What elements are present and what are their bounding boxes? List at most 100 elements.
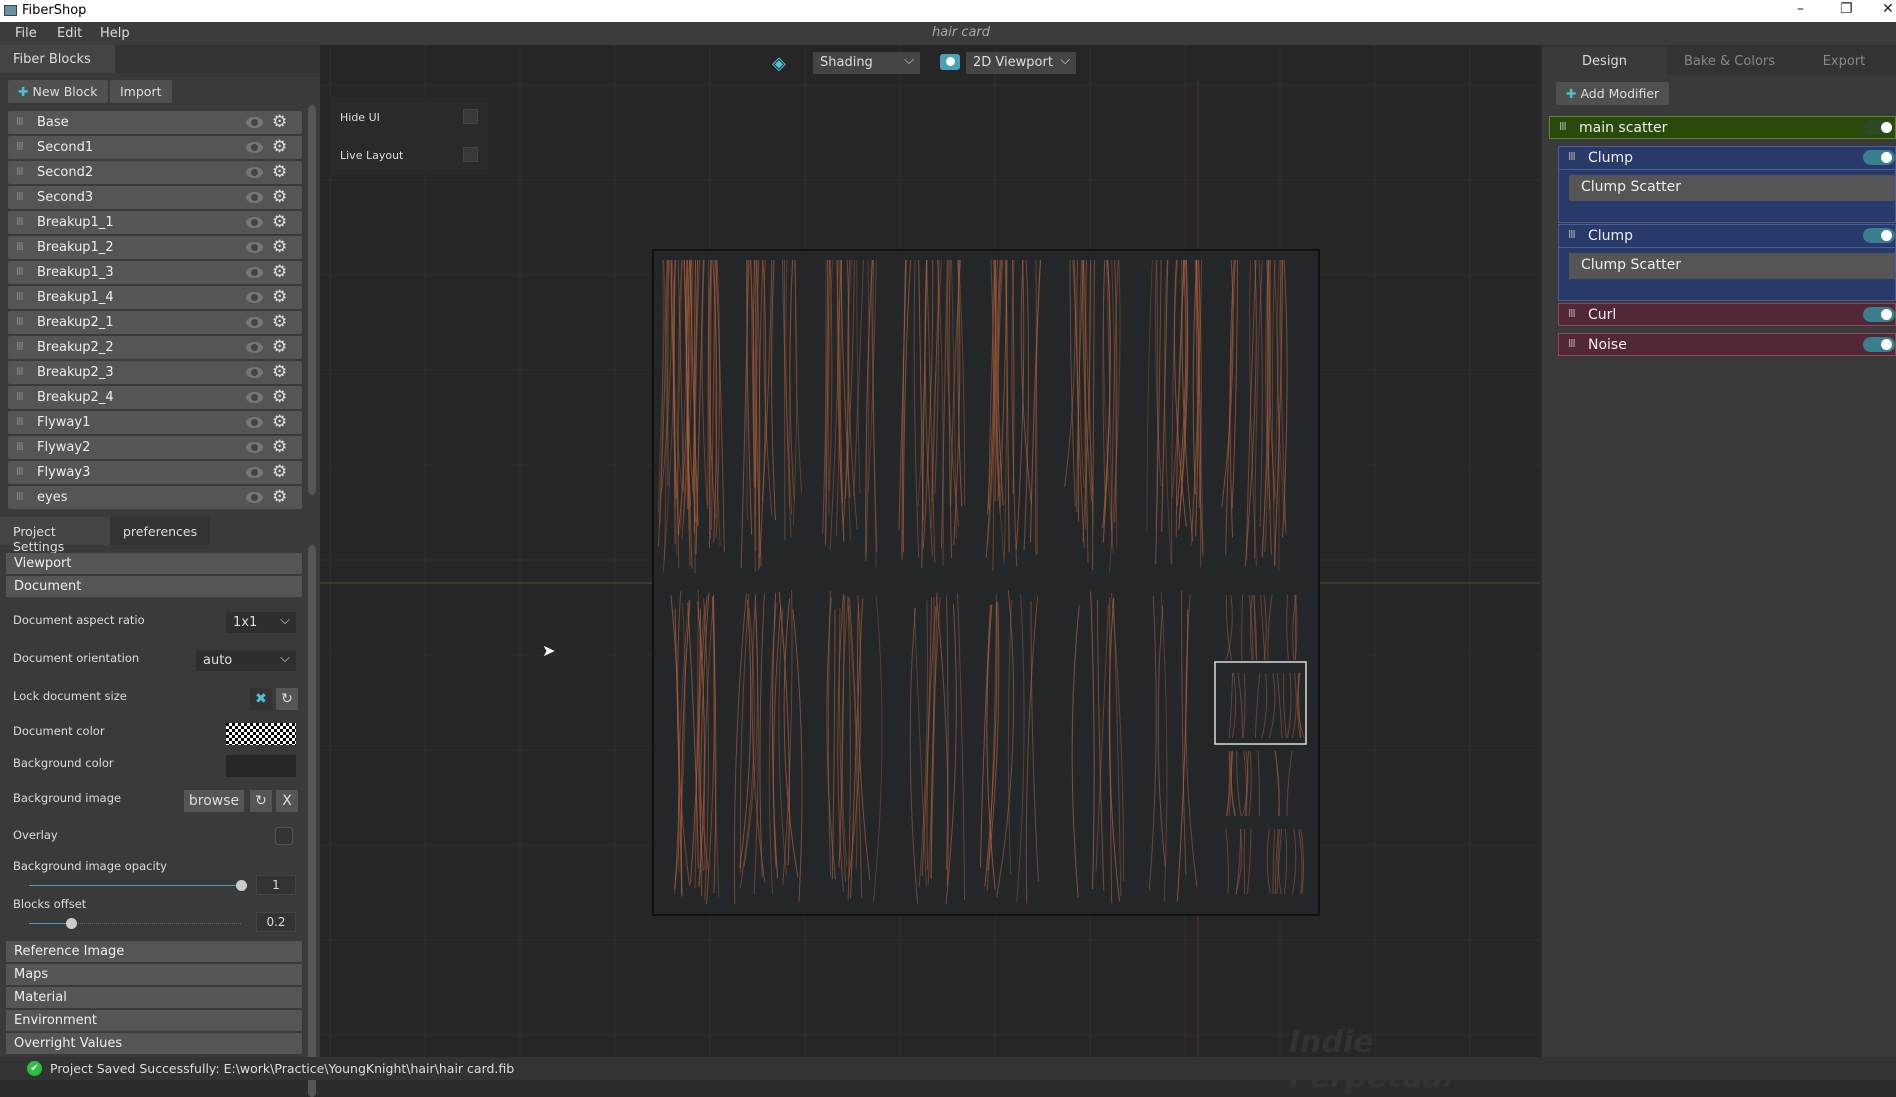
drag-handle-icon[interactable]: III	[16, 190, 23, 203]
section-document[interactable]: Document	[6, 576, 302, 597]
fiber-block-item[interactable]: IIISecond1⚙	[8, 136, 302, 159]
eye-icon[interactable]	[246, 417, 263, 428]
drag-handle-icon[interactable]: III	[16, 290, 23, 303]
curl-toggle[interactable]	[1863, 307, 1895, 322]
eye-icon[interactable]	[246, 492, 263, 503]
eye-icon[interactable]	[246, 167, 263, 178]
eye-icon[interactable]	[246, 267, 263, 278]
aspect-ratio-dropdown[interactable]: 1x1⌵	[226, 612, 296, 633]
blocks-offset-slider[interactable]	[29, 923, 241, 924]
drag-handle-icon[interactable]: III	[16, 440, 23, 453]
tab-fiber-blocks[interactable]: Fiber Blocks	[0, 45, 115, 73]
drag-handle-icon[interactable]: III	[1568, 228, 1575, 241]
drag-handle-icon[interactable]: III	[16, 465, 23, 478]
block-list-scrollbar[interactable]	[308, 105, 316, 495]
fiber-block-item[interactable]: IIIBase⚙	[8, 111, 302, 134]
fiber-block-item[interactable]: IIISecond2⚙	[8, 161, 302, 184]
eye-icon[interactable]	[246, 217, 263, 228]
gear-icon[interactable]: ⚙	[272, 487, 287, 507]
view-mode-dropdown[interactable]: 2D Viewport⌵	[966, 52, 1076, 74]
modifier-main-scatter[interactable]: IIImain scatter	[1549, 116, 1896, 139]
reload-icon[interactable]: ↻	[250, 790, 272, 812]
eye-icon[interactable]	[246, 142, 263, 153]
gear-icon[interactable]: ⚙	[272, 187, 287, 207]
clump-2-toggle[interactable]	[1863, 228, 1895, 243]
blocks-offset-input[interactable]: 0.2	[256, 912, 296, 932]
eye-icon[interactable]	[246, 442, 263, 453]
viewport[interactable]: ◈ Shading⌵ 2D Viewport⌵ Hide UI Live Lay…	[320, 45, 1540, 1057]
fiber-block-item[interactable]: IIIBreakup2_1⚙	[8, 311, 302, 334]
drag-handle-icon[interactable]: III	[16, 365, 23, 378]
gear-icon[interactable]: ⚙	[272, 287, 287, 307]
gear-icon[interactable]: ⚙	[272, 337, 287, 357]
minimize-button[interactable]: –	[1797, 1, 1804, 17]
viewport-canvas[interactable]	[320, 45, 1540, 1057]
tab-design[interactable]: Design	[1542, 47, 1667, 75]
tab-preferences[interactable]: preferences	[110, 517, 210, 545]
noise-toggle[interactable]	[1863, 337, 1895, 352]
gear-icon[interactable]: ⚙	[272, 437, 287, 457]
fiber-block-item[interactable]: IIIFlyway3⚙	[8, 461, 302, 484]
gear-icon[interactable]: ⚙	[272, 137, 287, 157]
drag-handle-icon[interactable]: III	[16, 165, 23, 178]
tab-project-settings[interactable]: Project Settings	[0, 517, 110, 545]
opacity-input[interactable]: 1	[256, 875, 296, 895]
section-environment[interactable]: Environment	[6, 1010, 302, 1031]
fiber-block-item[interactable]: IIIeyes⚙	[8, 486, 302, 509]
gear-icon[interactable]: ⚙	[272, 387, 287, 407]
drag-handle-icon[interactable]: III	[16, 415, 23, 428]
drag-handle-icon[interactable]: III	[16, 265, 23, 278]
fiber-block-item[interactable]: IIIBreakup2_2⚙	[8, 336, 302, 359]
reset-icon[interactable]: ↻	[276, 688, 298, 710]
hide-ui-checkbox[interactable]	[463, 109, 478, 124]
menu-help[interactable]: Help	[100, 26, 130, 41]
clump-scatter-item[interactable]: Clump Scatter	[1569, 175, 1895, 201]
eye-icon[interactable]	[246, 467, 263, 478]
main-scatter-toggle[interactable]	[1863, 120, 1895, 135]
eye-icon[interactable]	[246, 367, 263, 378]
fiber-block-item[interactable]: IIIBreakup2_3⚙	[8, 361, 302, 384]
modifier-curl[interactable]: IIICurl	[1558, 303, 1896, 326]
clump-1-toggle[interactable]	[1863, 150, 1895, 165]
fiber-block-item[interactable]: IIIBreakup1_3⚙	[8, 261, 302, 284]
gear-icon[interactable]: ⚙	[272, 462, 287, 482]
browse-button[interactable]: browse	[184, 790, 244, 812]
drag-handle-icon[interactable]: III	[16, 215, 23, 228]
clump-scatter-item[interactable]: Clump Scatter	[1569, 253, 1895, 279]
section-overright-values[interactable]: Overright Values	[6, 1033, 302, 1054]
eye-icon[interactable]	[246, 242, 263, 253]
document-color-swatch[interactable]	[226, 723, 296, 745]
tab-export[interactable]: Export	[1792, 47, 1896, 75]
gear-icon[interactable]: ⚙	[272, 412, 287, 432]
drag-handle-icon[interactable]: III	[16, 115, 23, 128]
fiber-block-item[interactable]: IIIBreakup2_4⚙	[8, 386, 302, 409]
tab-bake-colors[interactable]: Bake & Colors	[1667, 47, 1792, 75]
gear-icon[interactable]: ⚙	[272, 237, 287, 257]
modifier-clump-1[interactable]: IIIClumpClump Scatter	[1558, 146, 1896, 223]
drag-handle-icon[interactable]: III	[16, 340, 23, 353]
gear-icon[interactable]: ⚙	[272, 162, 287, 182]
close-button[interactable]: ✕	[1882, 1, 1894, 17]
modifier-clump-2[interactable]: IIIClumpClump Scatter	[1558, 224, 1896, 301]
eye-icon[interactable]	[246, 392, 263, 403]
gear-icon[interactable]: ⚙	[272, 262, 287, 282]
fiber-block-item[interactable]: IIIFlyway2⚙	[8, 436, 302, 459]
background-color-swatch[interactable]	[226, 755, 296, 777]
eye-icon[interactable]	[246, 292, 263, 303]
fiber-block-item[interactable]: IIISecond3⚙	[8, 186, 302, 209]
eye-icon[interactable]	[246, 317, 263, 328]
clear-image-button[interactable]: X	[276, 790, 298, 812]
overlay-checkbox[interactable]	[275, 827, 293, 845]
drag-handle-icon[interactable]: III	[16, 490, 23, 503]
gear-icon[interactable]: ⚙	[272, 362, 287, 382]
settings-scrollbar[interactable]	[308, 545, 316, 1097]
drag-handle-icon[interactable]: III	[1568, 337, 1575, 350]
section-reference-image[interactable]: Reference Image	[6, 941, 302, 962]
opacity-slider[interactable]	[29, 885, 241, 886]
modifier-noise[interactable]: IIINoise	[1558, 333, 1896, 356]
new-block-button[interactable]: ✚ New Block	[8, 80, 108, 103]
import-button[interactable]: Import	[110, 80, 172, 103]
gear-icon[interactable]: ⚙	[272, 312, 287, 332]
drag-handle-icon[interactable]: III	[1568, 150, 1575, 163]
orientation-dropdown[interactable]: auto⌵	[196, 650, 296, 671]
